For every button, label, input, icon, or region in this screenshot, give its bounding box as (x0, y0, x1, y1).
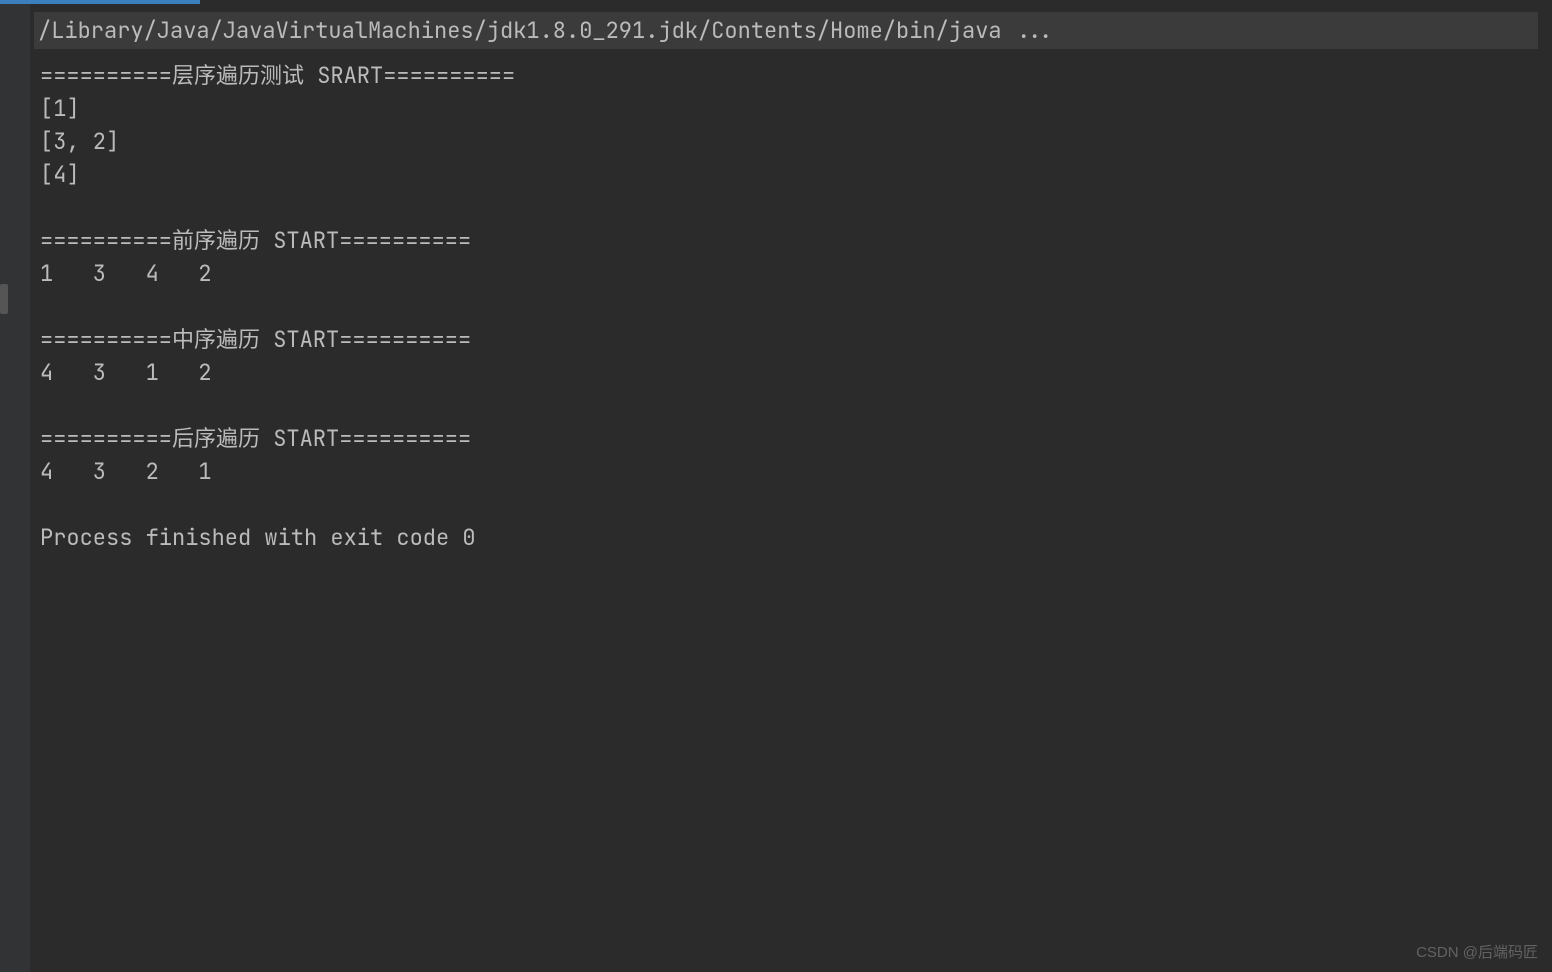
output-line: 1 3 4 2 (40, 257, 1542, 290)
output-section-levelorder: ==========层序遍历测试 SRART========== [1] [3,… (40, 59, 1542, 191)
command-line: /Library/Java/JavaVirtualMachines/jdk1.8… (34, 12, 1548, 49)
resize-handle[interactable] (0, 284, 8, 314)
section-header: ==========层序遍历测试 SRART========== (40, 59, 1542, 92)
section-header: ==========中序遍历 START========== (40, 323, 1542, 356)
top-progress-bar (0, 0, 1552, 4)
section-header: ==========前序遍历 START========== (40, 224, 1542, 257)
section-header: ==========后序遍历 START========== (40, 422, 1542, 455)
output-line: [1] (40, 92, 1542, 125)
output-section-inorder: ==========中序遍历 START========== 4 3 1 2 (40, 323, 1542, 389)
output-line: [4] (40, 158, 1542, 191)
scrollbar-vertical[interactable] (1538, 4, 1552, 972)
output-section-postorder: ==========后序遍历 START========== 4 3 2 1 (40, 422, 1542, 488)
output-line: [3, 2] (40, 125, 1542, 158)
process-exit-line: Process finished with exit code 0 (40, 521, 1542, 554)
watermark: CSDN @后端码匠 (1416, 942, 1538, 965)
console-output[interactable]: /Library/Java/JavaVirtualMachines/jdk1.8… (30, 4, 1552, 562)
output-line: 4 3 2 1 (40, 455, 1542, 488)
output-line: 4 3 1 2 (40, 356, 1542, 389)
console-gutter (0, 4, 30, 972)
output-section-preorder: ==========前序遍历 START========== 1 3 4 2 (40, 224, 1542, 290)
